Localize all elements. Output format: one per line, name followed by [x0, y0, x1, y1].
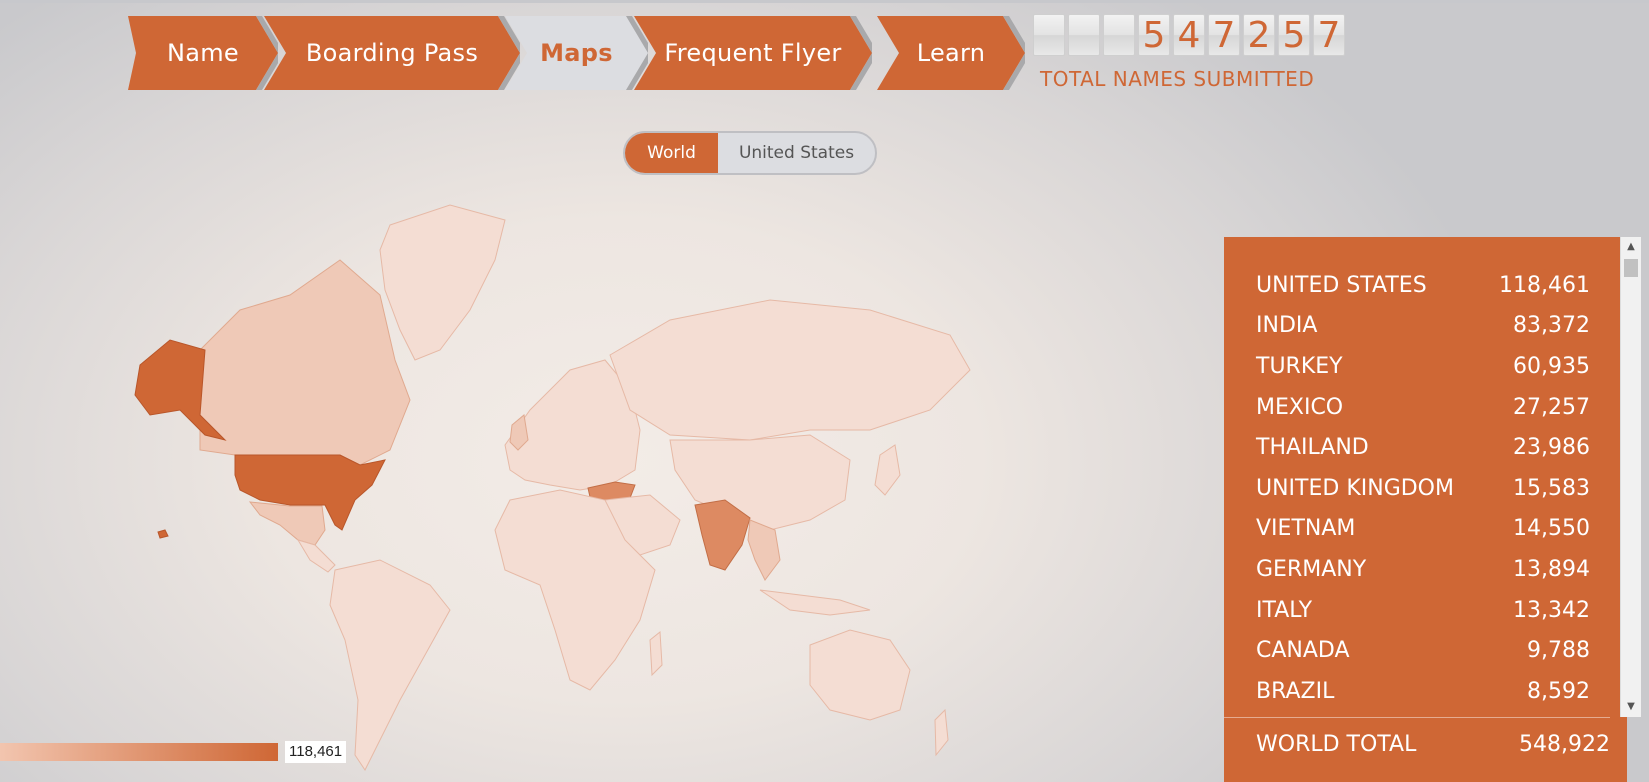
- country-name: UNITED STATES: [1256, 272, 1427, 298]
- list-divider: [1224, 717, 1610, 718]
- country-name: TURKEY: [1256, 353, 1343, 379]
- country-list-panel: UNITED STATES 118,461 INDIA 83,372 TURKEY 6…: [1224, 237, 1627, 782]
- counter-digit: [1033, 14, 1065, 56]
- country-count: 14,550: [1513, 516, 1590, 542]
- tab-maps[interactable]: Maps: [505, 16, 648, 90]
- tab-maps-label: Maps: [540, 39, 613, 67]
- list-item: THAILAND 23,986: [1256, 427, 1590, 468]
- country-count: 60,935: [1513, 353, 1590, 379]
- list-item: VIETNAM 14,550: [1256, 509, 1590, 550]
- map-region-toggle: World United States: [623, 131, 877, 175]
- country-count: 118,461: [1499, 272, 1590, 298]
- map-south-america: [329, 559, 451, 771]
- tab-learn-label: Learn: [916, 39, 986, 67]
- world-total-label: WORLD TOTAL: [1256, 732, 1417, 757]
- list-item: INDIA 83,372: [1256, 306, 1590, 347]
- counter-digit: [1103, 14, 1135, 56]
- list-item: UNITED STATES 118,461: [1256, 265, 1590, 306]
- country-name: CANADA: [1256, 638, 1350, 664]
- scroll-down-arrow-icon[interactable]: ▼: [1621, 699, 1641, 715]
- country-count: 15,583: [1513, 475, 1590, 501]
- map-indonesia: [759, 589, 871, 616]
- country-count: 83,372: [1513, 313, 1590, 339]
- country-count: 8,592: [1527, 678, 1590, 704]
- map-japan: [874, 444, 901, 496]
- map-madagascar: [649, 631, 663, 677]
- map-canada: [199, 259, 411, 466]
- country-name: GERMANY: [1256, 556, 1367, 582]
- tab-learn[interactable]: Learn: [877, 16, 1025, 90]
- scroll-up-arrow-icon[interactable]: ▲: [1621, 239, 1641, 255]
- country-count: 9,788: [1527, 638, 1590, 664]
- toggle-world-button[interactable]: World: [625, 133, 718, 173]
- country-count: 13,894: [1513, 556, 1590, 582]
- map-central-america: [296, 539, 336, 573]
- country-list[interactable]: UNITED STATES 118,461 INDIA 83,372 TURKEY 6…: [1256, 265, 1590, 712]
- world-map[interactable]: [110, 200, 1020, 780]
- counter-digit: 5: [1278, 14, 1310, 56]
- map-hawaii: [157, 529, 169, 539]
- list-item: MEXICO 27,257: [1256, 387, 1590, 428]
- counter-digit: 7: [1208, 14, 1240, 56]
- world-total-row: WORLD TOTAL 548,922: [1256, 732, 1610, 757]
- counter-digit: [1068, 14, 1100, 56]
- counter-digit: 5: [1138, 14, 1170, 56]
- list-item: GERMANY 13,894: [1256, 549, 1590, 590]
- tab-frequent-flyer-label: Frequent Flyer: [664, 39, 842, 67]
- country-name: MEXICO: [1256, 394, 1344, 420]
- map-australia: [809, 629, 911, 721]
- counter-digit: 2: [1243, 14, 1275, 56]
- counter-digit: 4: [1173, 14, 1205, 56]
- country-name: INDIA: [1256, 313, 1318, 339]
- counter-digit: 7: [1313, 14, 1345, 56]
- country-name: BRAZIL: [1256, 678, 1335, 704]
- list-item: BRAZIL 8,592: [1256, 671, 1590, 712]
- map-russia: [609, 299, 971, 441]
- counter-label: TOTAL NAMES SUBMITTED: [1040, 67, 1315, 91]
- list-item: ITALY 13,342: [1256, 590, 1590, 631]
- country-count: 13,342: [1513, 597, 1590, 623]
- top-border: [0, 0, 1649, 3]
- map-mexico: [248, 501, 326, 546]
- country-name: VIETNAM: [1256, 516, 1356, 542]
- country-name: THAILAND: [1256, 435, 1369, 461]
- tab-boarding-pass[interactable]: Boarding Pass: [264, 16, 520, 90]
- country-count: 23,986: [1513, 435, 1590, 461]
- list-item: TURKEY 60,935: [1256, 346, 1590, 387]
- tab-frequent-flyer[interactable]: Frequent Flyer: [634, 16, 872, 90]
- country-name: UNITED KINGDOM: [1256, 475, 1454, 501]
- list-item: UNITED KINGDOM 15,583: [1256, 468, 1590, 509]
- toggle-united-states-button[interactable]: United States: [718, 133, 875, 173]
- world-total-value: 548,922: [1519, 732, 1610, 757]
- names-counter: 5 4 7 2 5 7: [1033, 14, 1345, 56]
- country-list-scrollbar[interactable]: ▲ ▼: [1620, 237, 1641, 717]
- legend-gradient: [0, 743, 278, 761]
- list-item: CANADA 9,788: [1256, 630, 1590, 671]
- legend-max-value: 118,461: [285, 741, 347, 763]
- tab-name-label: Name: [166, 39, 239, 67]
- tab-name[interactable]: Name: [128, 16, 278, 90]
- country-count: 27,257: [1513, 394, 1590, 420]
- scroll-thumb[interactable]: [1624, 259, 1638, 277]
- map-new-zealand: [934, 708, 949, 757]
- country-name: ITALY: [1256, 597, 1313, 623]
- map-greenland: [379, 204, 506, 361]
- tab-boarding-pass-label: Boarding Pass: [305, 39, 479, 67]
